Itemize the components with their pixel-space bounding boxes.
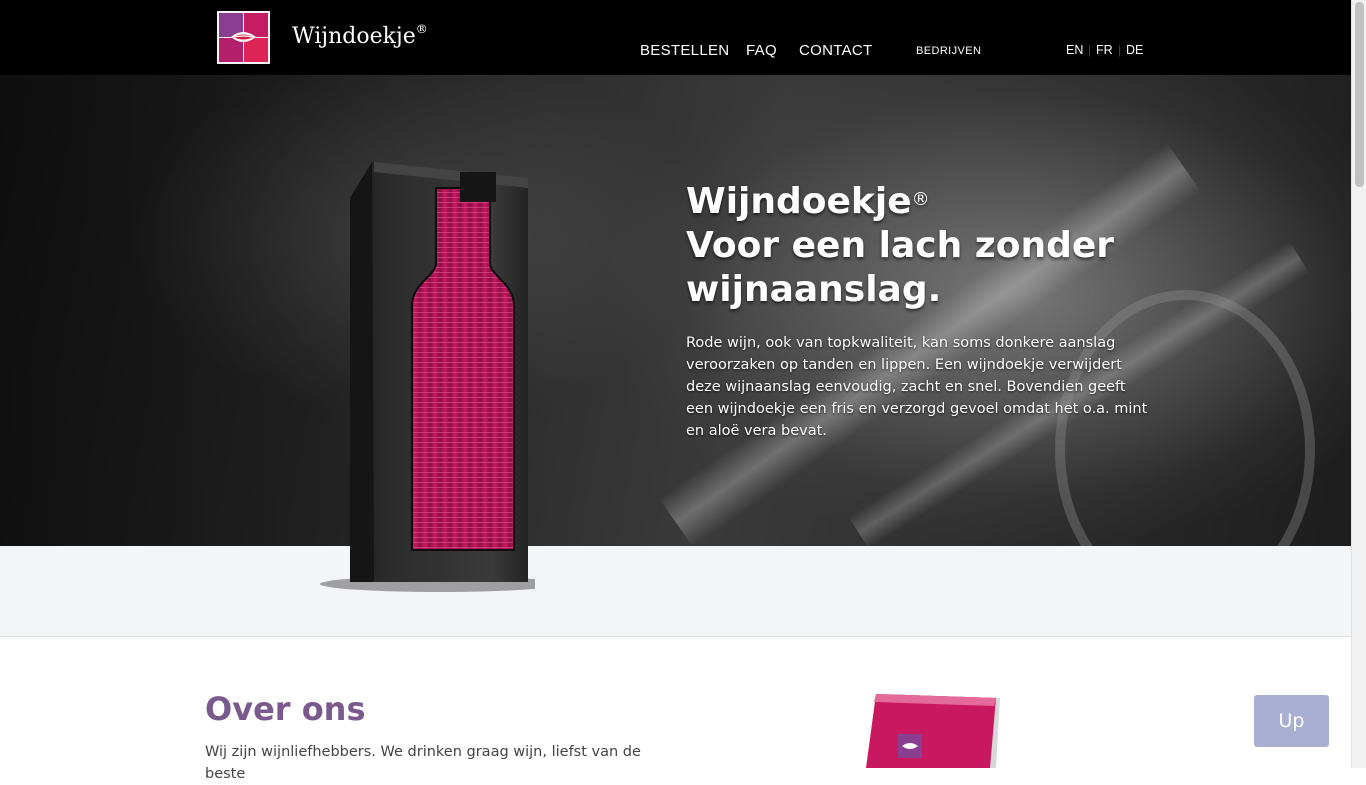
- lang-separator: |: [1088, 43, 1092, 57]
- hero-description: Rode wijn, ook van topkwaliteit, kan som…: [686, 335, 1148, 439]
- about-text: Wij zijn wijnliefhebbers. We drinken gra…: [205, 744, 641, 782]
- hero-bottom-band: [0, 546, 1351, 637]
- scroll-up-button[interactable]: Up: [1254, 695, 1329, 747]
- page-scrollbar[interactable]: [1351, 0, 1366, 768]
- about-title: Over ons: [205, 690, 366, 728]
- nav-contact[interactable]: CONTACT: [799, 42, 872, 59]
- nav-bestellen[interactable]: BESTELLEN: [640, 42, 729, 59]
- lang-separator: |: [1118, 43, 1122, 57]
- lang-de[interactable]: DE: [1126, 43, 1143, 57]
- wijndoekje-logo[interactable]: [217, 11, 270, 64]
- lang-fr[interactable]: FR: [1096, 43, 1113, 57]
- lang-en[interactable]: EN: [1066, 43, 1083, 57]
- brand-name[interactable]: Wijndoekje®: [292, 22, 428, 49]
- site-header: Wijndoekje® BESTELLEN FAQ CONTACT BEDRIJ…: [0, 0, 1351, 75]
- wipes-packets-image: [866, 694, 1000, 768]
- nav-bedrijven[interactable]: BEDRIJVEN: [916, 45, 981, 57]
- hero-title: Wijndoekje® Voor een lach zonder wijnaan…: [686, 181, 1115, 310]
- hero-banner: [0, 75, 1351, 546]
- scrollbar-thumb[interactable]: [1355, 2, 1364, 187]
- nav-faq[interactable]: FAQ: [746, 42, 777, 59]
- dispenser-product-image: [320, 162, 535, 592]
